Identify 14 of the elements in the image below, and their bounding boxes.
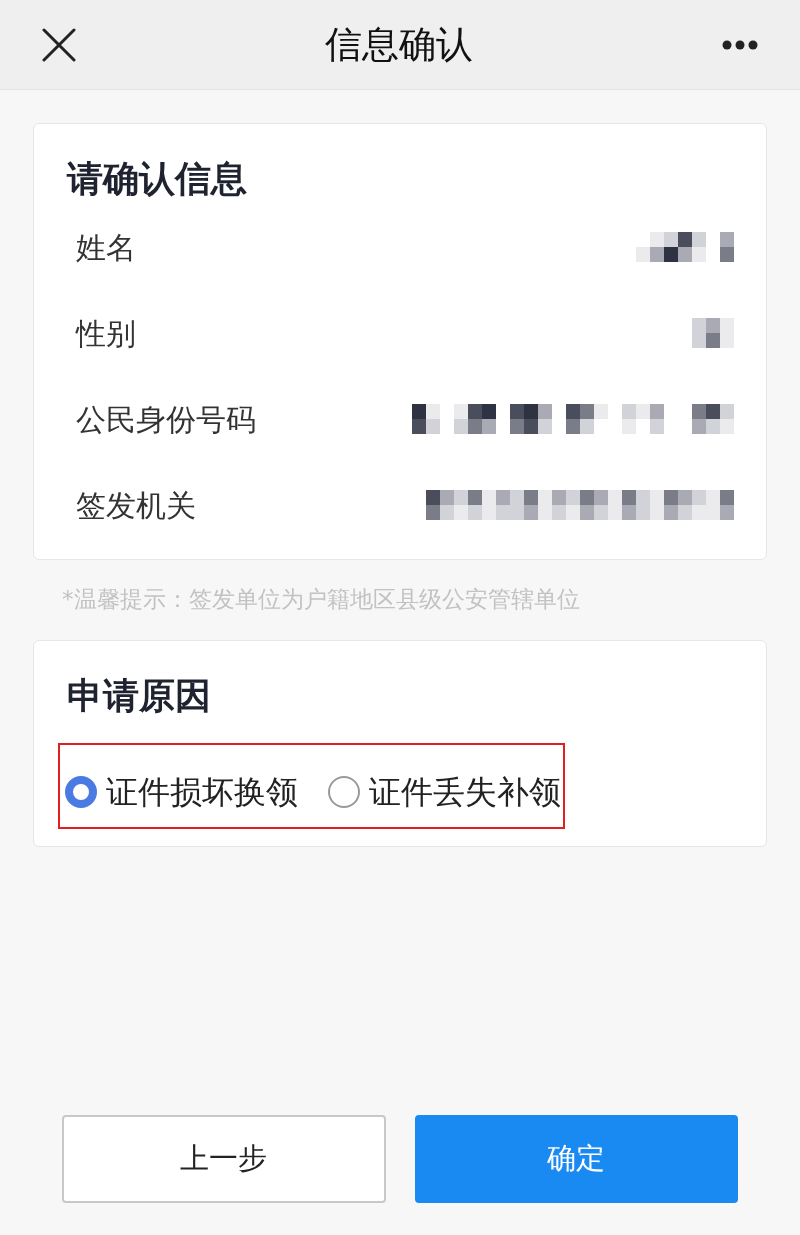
field-label: 性别 <box>76 314 136 353</box>
radio-option[interactable]: 证件损坏换领 <box>65 772 298 812</box>
radio-option[interactable]: 证件丢失补领 <box>328 772 561 812</box>
confirm-button[interactable]: 确定 <box>414 1115 738 1203</box>
back-button[interactable]: 上一步 <box>62 1115 386 1203</box>
field-label: 公民身份号码 <box>76 400 256 439</box>
more-icon[interactable] <box>722 39 758 50</box>
field-label: 姓名 <box>76 228 136 267</box>
card-title: 申请原因 <box>66 674 212 718</box>
page-title: 信息确认 <box>325 21 473 68</box>
field-label: 签发机关 <box>76 486 196 525</box>
card-title: 请确认信息 <box>67 157 248 201</box>
close-icon[interactable] <box>42 27 76 62</box>
pixelated-value-drawing <box>692 318 734 348</box>
